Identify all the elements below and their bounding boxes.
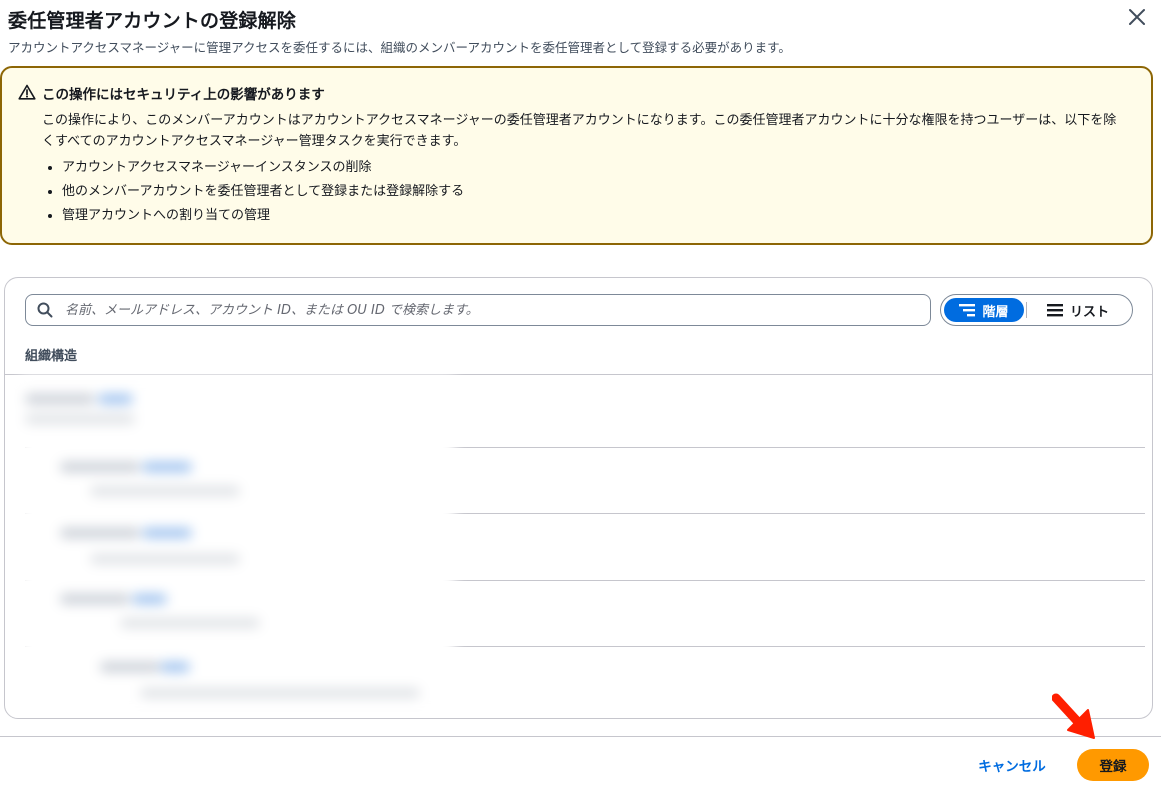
list-view-button[interactable]: リスト bbox=[1029, 298, 1127, 322]
redacted-row bbox=[142, 528, 192, 538]
alert-list-item: アカウントアクセスマネージャーインスタンスの削除 bbox=[62, 156, 464, 180]
search-field[interactable] bbox=[25, 294, 931, 326]
modal-title: 委任管理者アカウントの登録解除 bbox=[8, 10, 297, 32]
security-warning-alert: この操作にはセキュリティ上の影響があります この操作により、このメンバーアカウン… bbox=[0, 66, 1153, 245]
redacted-organization-tree bbox=[20, 376, 455, 716]
cancel-button[interactable]: キャンセル bbox=[968, 752, 1056, 778]
alert-list-item: 他のメンバーアカウントを委任管理者として登録または登録解除する bbox=[62, 180, 464, 204]
register-button[interactable]: 登録 bbox=[1077, 749, 1149, 781]
hierarchy-view-label: 階層 bbox=[982, 304, 1009, 320]
view-toggle: 階層 リスト bbox=[940, 294, 1133, 326]
footer-divider bbox=[0, 736, 1161, 737]
redacted-row bbox=[60, 594, 130, 604]
redacted-row bbox=[90, 486, 240, 496]
redacted-row bbox=[25, 394, 95, 404]
alert-exception-list: アカウントアクセスマネージャーインスタンスの削除 他のメンバーアカウントを委任管… bbox=[42, 156, 464, 228]
redacted-row bbox=[90, 554, 240, 564]
list-view-label: リスト bbox=[1069, 304, 1109, 320]
alert-heading: この操作にはセキュリティ上の影響があります bbox=[42, 87, 325, 103]
table-header-divider bbox=[5, 374, 1152, 375]
redacted-row bbox=[60, 528, 140, 538]
redacted-row bbox=[140, 688, 420, 698]
alert-list-item: 管理アカウントへの割り当ての管理 bbox=[62, 204, 464, 228]
redacted-row bbox=[142, 462, 192, 472]
alert-body: この操作により、このメンバーアカウントはアカウントアクセスマネージャーの委任管理… bbox=[42, 113, 1117, 149]
modal-subtitle: アカウントアクセスマネージャーに管理アクセスを委任するには、組織のメンバーアカウ… bbox=[8, 40, 791, 55]
hierarchy-view-button[interactable]: 階層 bbox=[944, 298, 1024, 322]
redacted-row bbox=[60, 462, 140, 472]
redacted-row bbox=[120, 618, 260, 628]
organization-structure-panel: 階層 リスト 組織構造 bbox=[4, 277, 1153, 719]
hierarchy-icon bbox=[959, 304, 976, 317]
redacted-row bbox=[160, 662, 190, 672]
close-button[interactable] bbox=[1124, 4, 1150, 30]
close-icon bbox=[1129, 9, 1145, 25]
list-icon bbox=[1046, 304, 1063, 317]
toggle-divider bbox=[1026, 302, 1027, 318]
search-input[interactable] bbox=[63, 301, 897, 319]
redacted-row bbox=[100, 662, 160, 672]
redacted-row bbox=[98, 394, 133, 404]
search-icon bbox=[37, 302, 53, 318]
redacted-row bbox=[25, 414, 135, 424]
warning-triangle-icon bbox=[18, 84, 36, 100]
column-header-organization-structure: 組織構造 bbox=[25, 349, 78, 364]
annotation-arrow-icon bbox=[1052, 693, 1095, 739]
redacted-row bbox=[132, 594, 167, 604]
